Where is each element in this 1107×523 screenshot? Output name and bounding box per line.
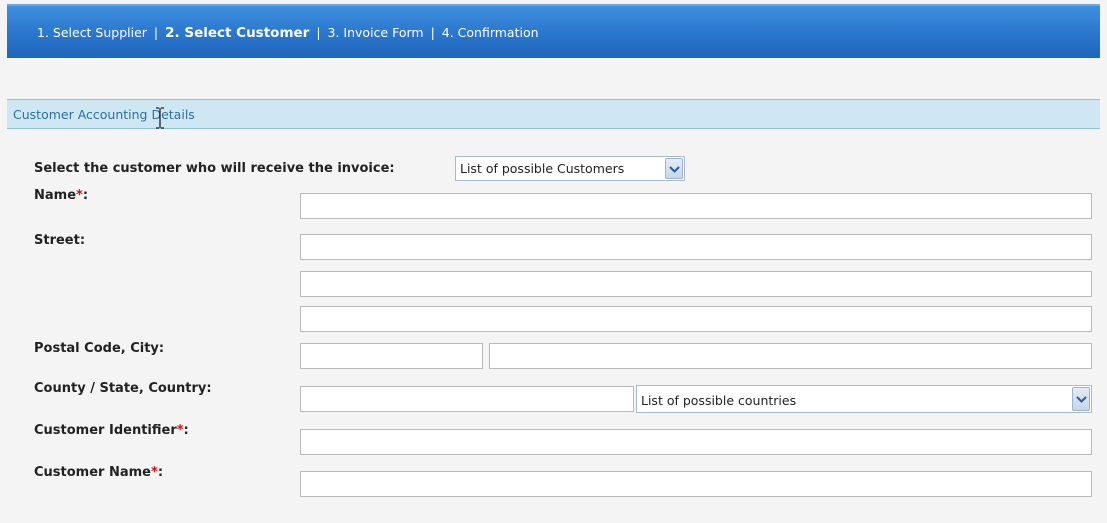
chevron-down-icon[interactable] xyxy=(665,158,683,179)
section-header: Customer Accounting Details xyxy=(7,99,1100,129)
section-title: Customer Accounting Details xyxy=(13,107,195,122)
customer-identifier-field[interactable] xyxy=(300,429,1092,455)
wizard-step-confirmation[interactable]: 4. Confirmation xyxy=(442,25,539,40)
required-marker: * xyxy=(151,465,158,480)
postal-city-label: Postal Code, City: xyxy=(34,341,165,356)
customer-select-value: List of possible Customers xyxy=(460,161,625,176)
street-field-3[interactable] xyxy=(300,306,1092,332)
wizard-steps: 1. Select Supplier | 2. Select Customer … xyxy=(37,25,539,41)
wizard-step-invoice-form[interactable]: 3. Invoice Form xyxy=(328,25,424,40)
required-marker: * xyxy=(76,188,83,203)
city-field[interactable] xyxy=(489,343,1092,369)
text-cursor-icon xyxy=(156,107,164,129)
name-field[interactable] xyxy=(300,193,1092,219)
chevron-down-icon[interactable] xyxy=(1072,387,1090,411)
wizard-separator: | xyxy=(153,25,159,40)
required-marker: * xyxy=(176,423,184,438)
county-country-label: County / State, Country: xyxy=(34,381,212,396)
wizard-step-select-supplier[interactable]: 1. Select Supplier xyxy=(37,25,147,40)
customer-select[interactable]: List of possible Customers xyxy=(455,156,685,181)
street-field-1[interactable] xyxy=(300,234,1092,260)
wizard-separator: | xyxy=(316,25,321,40)
name-label: Name*: xyxy=(34,188,89,203)
street-field-2[interactable] xyxy=(300,271,1092,297)
select-customer-label: Select the customer who will receive the… xyxy=(34,161,395,176)
country-select[interactable]: List of possible countries xyxy=(636,385,1092,413)
customer-name-label: Customer Name*: xyxy=(34,465,164,480)
customer-identifier-label: Customer Identifier*: xyxy=(34,423,189,438)
customer-name-field[interactable] xyxy=(300,471,1092,497)
street-label: Street: xyxy=(34,233,86,248)
postal-code-field[interactable] xyxy=(300,343,483,369)
country-select-value: List of possible countries xyxy=(641,393,797,408)
wizard-bar: 1. Select Supplier | 2. Select Customer … xyxy=(7,4,1100,58)
county-state-field[interactable] xyxy=(300,386,634,412)
wizard-step-select-customer[interactable]: 2. Select Customer xyxy=(165,25,309,41)
wizard-separator: | xyxy=(430,25,435,40)
